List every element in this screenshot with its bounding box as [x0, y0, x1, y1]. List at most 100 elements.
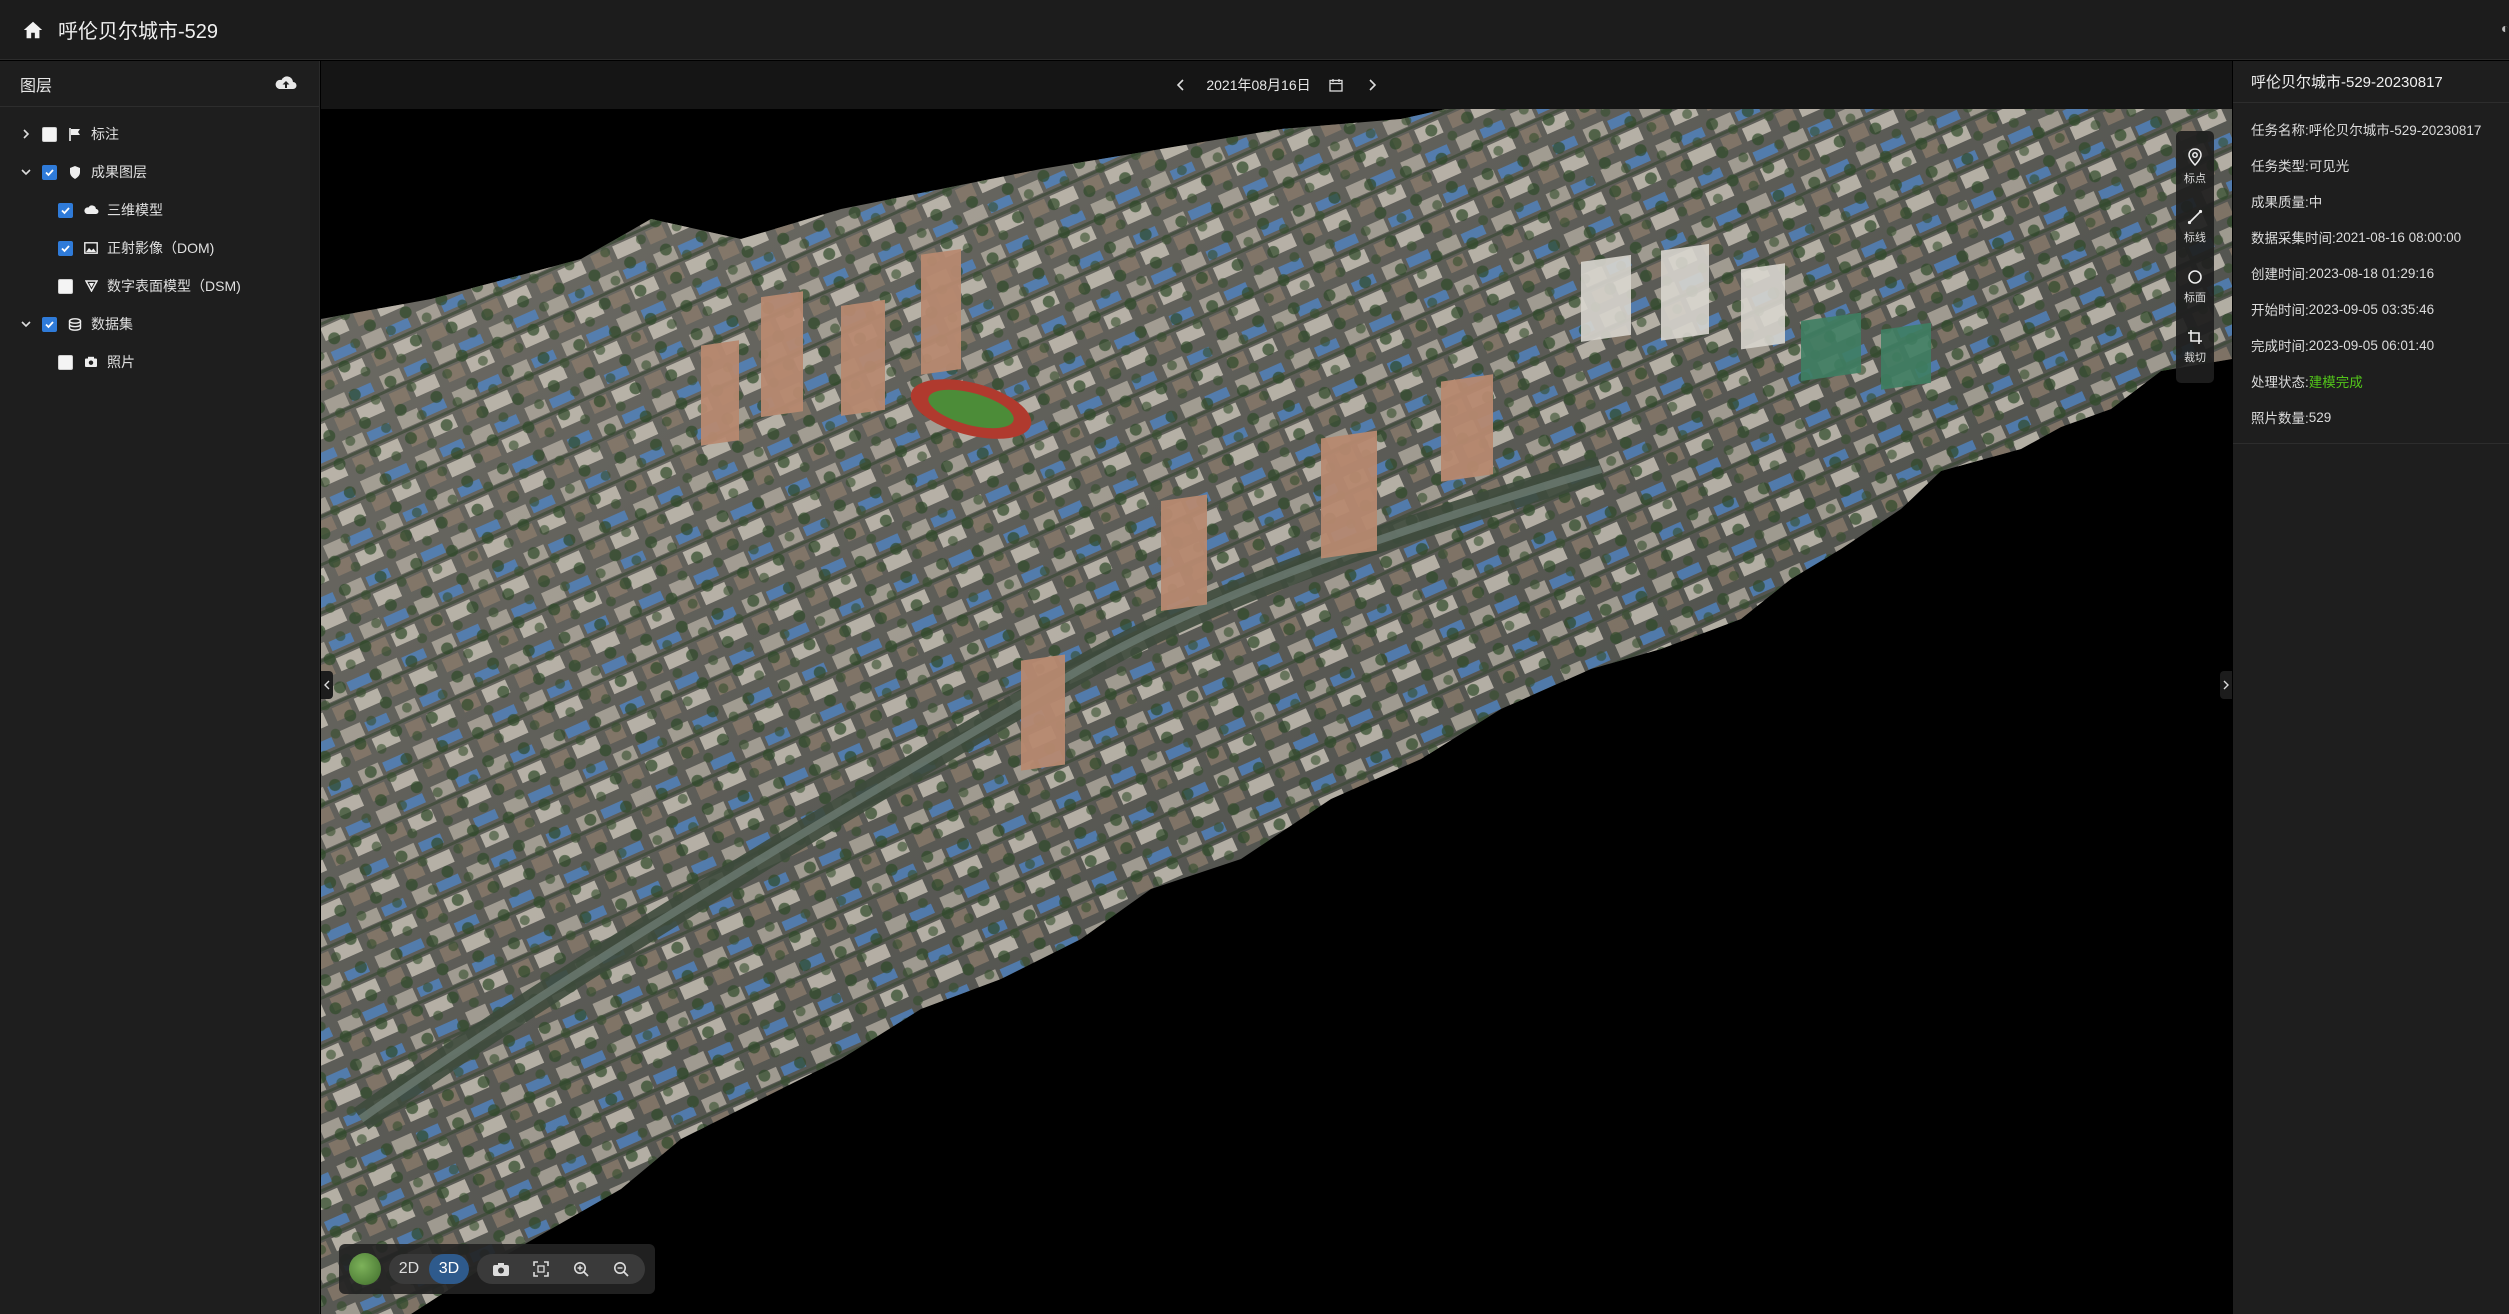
info-row-finish-time: 完成时间: 2023-09-05 06:01:40: [2233, 327, 2509, 363]
mode-3d-button[interactable]: 3D: [429, 1254, 469, 1284]
layer-results-label: 成果图层: [91, 164, 147, 180]
triangle-down-icon: [83, 278, 99, 294]
info-label: 任务类型:: [2251, 159, 2309, 174]
chevron-down-icon[interactable]: [18, 316, 34, 332]
task-info-title: 呼伦贝尔城市-529-20230817: [2233, 61, 2509, 103]
info-value: 呼伦贝尔城市-529-20230817: [2308, 123, 2482, 138]
info-value: 2023-08-18 01:29:16: [2308, 265, 2435, 281]
info-value: 中: [2308, 195, 2323, 210]
sidebar-header: 图层: [0, 61, 319, 107]
layer-dsm-label: 数字表面模型（DSM): [107, 278, 241, 294]
collapse-right-panel-button[interactable]: [2220, 671, 2232, 699]
view-mode-toggle: 2D 3D: [389, 1254, 469, 1284]
location-pin-icon: [2188, 148, 2202, 166]
city-3d-model[interactable]: [321, 109, 2232, 1314]
zoom-in-button[interactable]: [561, 1254, 601, 1284]
info-row-task-type: 任务类型: 可见光: [2233, 147, 2509, 183]
crop-tool[interactable]: 裁切: [2176, 317, 2214, 377]
chevron-right-icon[interactable]: [18, 126, 34, 142]
cloud-model-icon: [83, 202, 99, 218]
layer-dom-label: 正射影像（DOM): [107, 240, 215, 256]
layer-dataset-checkbox[interactable]: [42, 316, 57, 332]
layer-dsm[interactable]: 数字表面模型（DSM): [0, 267, 319, 305]
layer-dataset-label: 数据集: [91, 316, 133, 332]
mark-area-label: 标面: [2184, 292, 2206, 304]
info-label: 完成时间:: [2251, 339, 2309, 354]
layer-dsm-checkbox[interactable]: [58, 278, 73, 294]
layer-results[interactable]: 成果图层: [0, 153, 319, 191]
layer-results-checkbox[interactable]: [42, 164, 57, 180]
camera-icon: [493, 1262, 509, 1276]
info-label: 处理状态:: [2251, 375, 2309, 390]
home-icon[interactable]: [18, 15, 48, 45]
info-row-start-time: 开始时间: 2023-09-05 03:35:46: [2233, 291, 2509, 327]
layer-annotation-label: 标注: [91, 126, 119, 142]
shield-icon: [67, 164, 83, 180]
task-info-list: 任务名称: 呼伦贝尔城市-529-20230817 任务类型: 可见光 成果质量…: [2233, 103, 2509, 444]
mark-point-label: 标点: [2184, 173, 2206, 185]
mark-point-tool[interactable]: 标点: [2176, 137, 2214, 197]
layer-annotation-checkbox[interactable]: [42, 126, 57, 142]
info-label: 照片数量:: [2251, 411, 2309, 426]
info-row-task-name: 任务名称: 呼伦贝尔城市-529-20230817: [2233, 111, 2509, 147]
flag-icon: [67, 126, 83, 142]
basemap-globe-icon[interactable]: [349, 1253, 381, 1285]
layer-tree: 标注 成果图层 三维模型 正射影像（DOM) 数字表面模型（DSM) 数据集 照…: [0, 107, 319, 381]
info-row-photo-count: 照片数量: 529: [2233, 399, 2509, 435]
mark-line-label: 标线: [2184, 232, 2206, 244]
view-tools: [477, 1254, 645, 1284]
sidebar-title: 图层: [20, 77, 53, 95]
info-label: 开始时间:: [2251, 303, 2309, 318]
layer-3d-model-label: 三维模型: [107, 202, 163, 218]
task-info-panel: 呼伦贝尔城市-529-20230817 任务名称: 呼伦贝尔城市-529-202…: [2233, 61, 2509, 1314]
calendar-icon[interactable]: [1325, 74, 1347, 96]
status-badge: 建模完成: [2308, 375, 2363, 390]
info-row-status: 处理状态: 建模完成: [2233, 363, 2509, 399]
mark-area-tool[interactable]: 标面: [2176, 257, 2214, 317]
bottom-toolbar: 2D 3D: [339, 1244, 655, 1294]
info-value: 可见光: [2308, 159, 2350, 174]
current-date[interactable]: 2021年08月16日: [1206, 75, 1310, 95]
measure-toolbar: 标点 标线 标面 裁切: [2176, 131, 2214, 383]
zoom-in-icon: [574, 1262, 589, 1277]
chevron-down-icon[interactable]: [18, 164, 34, 180]
cloud-upload-icon[interactable]: [273, 71, 299, 97]
collapse-left-panel-button[interactable]: [321, 671, 333, 699]
screenshot-button[interactable]: [481, 1254, 521, 1284]
dataset-icon: [67, 316, 83, 332]
layer-dataset[interactable]: 数据集: [0, 305, 319, 343]
fullscreen-icon: [533, 1261, 549, 1277]
polygon-icon: [2188, 270, 2202, 284]
info-row-created-time: 创建时间: 2023-08-18 01:29:16: [2233, 255, 2509, 291]
layer-annotation[interactable]: 标注: [0, 115, 319, 153]
layer-photos-label: 照片: [107, 354, 135, 370]
line-ruler-icon: [2187, 209, 2203, 225]
date-selector: 2021年08月16日: [321, 61, 2232, 109]
fit-extent-button[interactable]: [521, 1254, 561, 1284]
info-label: 创建时间:: [2251, 267, 2309, 282]
prev-date-icon[interactable]: [1170, 74, 1192, 96]
mode-2d-button[interactable]: 2D: [389, 1254, 429, 1284]
info-value: 2023-09-05 03:35:46: [2308, 301, 2435, 317]
layer-3d-model[interactable]: 三维模型: [0, 191, 319, 229]
top-bar: 呼伦贝尔城市-529 ◐: [0, 0, 2509, 60]
crop-icon: [2188, 330, 2202, 344]
info-value: 2021-08-16 08:00:00: [2335, 229, 2462, 245]
info-value: 529: [2308, 409, 2332, 425]
user-menu-icon[interactable]: ◐: [2501, 20, 2509, 36]
layers-sidebar: 图层 标注 成果图层 三维模型 正射影像（DOM) 数字表面模型（DSM) 数据…: [0, 61, 320, 1314]
photo-icon: [83, 354, 99, 370]
info-label: 数据采集时间:: [2251, 231, 2336, 246]
layer-3d-model-checkbox[interactable]: [58, 202, 73, 218]
mark-line-tool[interactable]: 标线: [2176, 197, 2214, 257]
image-icon: [83, 240, 99, 256]
layer-photos[interactable]: 照片: [0, 343, 319, 381]
info-row-quality: 成果质量: 中: [2233, 183, 2509, 219]
layer-dom[interactable]: 正射影像（DOM): [0, 229, 319, 267]
zoom-out-button[interactable]: [601, 1254, 641, 1284]
map-viewer[interactable]: 2021年08月16日 标点 标线 标面 裁切 2D 3D: [321, 61, 2232, 1314]
layer-photos-checkbox[interactable]: [58, 354, 73, 370]
next-date-icon[interactable]: [1361, 74, 1383, 96]
layer-dom-checkbox[interactable]: [58, 240, 73, 256]
info-label: 成果质量:: [2251, 195, 2309, 210]
